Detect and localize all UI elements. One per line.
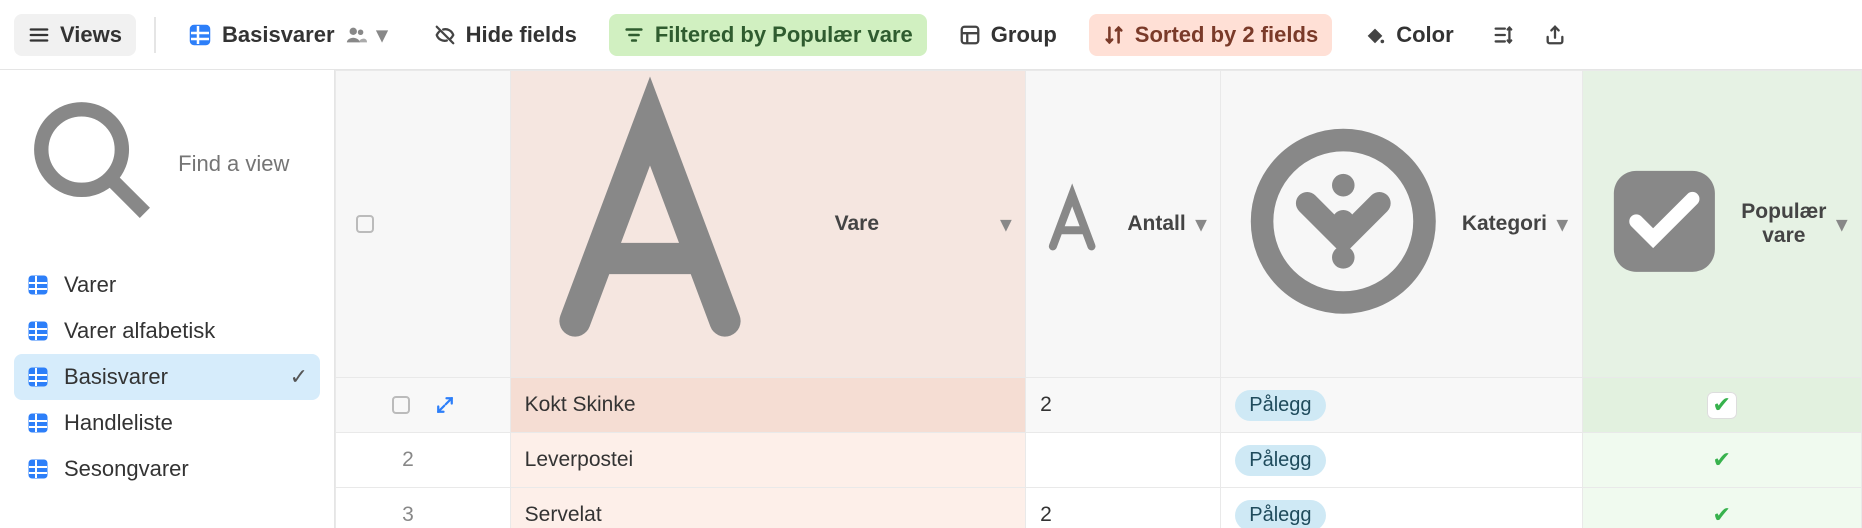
chevron-down-icon[interactable]: ▾ <box>1836 212 1847 237</box>
sidebar-item-label: Sesongvarer <box>64 456 189 482</box>
sort-button[interactable]: Sorted by 2 fields <box>1089 14 1332 56</box>
column-label: Kategori <box>1462 212 1547 236</box>
column-header-vare[interactable]: Vare ▾ <box>510 71 1025 378</box>
cell-antall[interactable]: 2 <box>1040 393 1052 416</box>
row-height-button[interactable] <box>1486 16 1520 54</box>
toolbar: Views Basisvarer ▾ Hide fields Filtered … <box>0 0 1862 70</box>
search-icon <box>24 92 162 236</box>
text-type-icon <box>1040 182 1117 265</box>
grid-icon <box>26 411 50 435</box>
check-icon: ✓ <box>290 364 308 390</box>
cell-popular[interactable]: ✔ <box>1582 488 1861 528</box>
table-row[interactable]: Kokt Skinke 2 Pålegg ✔ <box>336 378 1862 433</box>
chevron-down-icon[interactable]: ▾ <box>1557 212 1568 237</box>
filter-icon <box>623 24 645 46</box>
category-tag[interactable]: Pålegg <box>1235 390 1325 421</box>
find-a-view[interactable] <box>14 84 320 244</box>
users-icon <box>345 24 367 46</box>
cell-vare[interactable]: Servelat <box>525 503 602 526</box>
cell-vare[interactable]: Kokt Skinke <box>525 393 636 416</box>
cell-popular[interactable]: ✔ <box>1582 433 1861 488</box>
column-label: Antall <box>1127 212 1185 236</box>
column-label: Vare <box>835 212 991 236</box>
views-label: Views <box>60 22 122 48</box>
text-type-icon <box>525 71 825 377</box>
grid-icon <box>26 457 50 481</box>
table-row[interactable]: 3 Servelat 2 Pålegg ✔ <box>336 488 1862 528</box>
column-header-popular[interactable]: Populær vare ▾ <box>1582 71 1861 378</box>
sidebar-item[interactable]: Varer <box>14 262 320 308</box>
check-icon: ✔ <box>1713 502 1731 528</box>
filter-label: Filtered by Populær vare <box>655 22 913 48</box>
filter-button[interactable]: Filtered by Populær vare <box>609 14 927 56</box>
sidebar-item-label: Varer alfabetisk <box>64 318 215 344</box>
select-all-checkbox[interactable] <box>356 215 374 233</box>
share-icon <box>1544 24 1566 46</box>
hide-fields-label: Hide fields <box>466 22 577 48</box>
category-tag[interactable]: Pålegg <box>1235 445 1325 476</box>
grid-icon <box>26 319 50 343</box>
checkbox-type-icon <box>1597 154 1732 295</box>
grid-icon <box>188 23 212 47</box>
row-height-icon <box>1492 24 1514 46</box>
menu-icon <box>28 24 50 46</box>
eye-off-icon <box>434 24 456 46</box>
column-header-antall[interactable]: Antall ▾ <box>1026 71 1221 378</box>
check-icon: ✔ <box>1713 447 1731 473</box>
column-label: Populær vare <box>1741 200 1826 248</box>
sidebar-item[interactable]: Sesongvarer <box>14 446 320 492</box>
view-switcher[interactable]: Basisvarer ▾ <box>174 14 402 56</box>
expand-icon[interactable] <box>436 396 454 414</box>
share-button[interactable] <box>1538 16 1572 54</box>
sort-label: Sorted by 2 fields <box>1135 22 1318 48</box>
sidebar-item-label: Basisvarer <box>64 364 168 390</box>
category-tag[interactable]: Pålegg <box>1235 500 1325 528</box>
chevron-down-icon: ▾ <box>377 22 388 48</box>
cell-popular[interactable]: ✔ <box>1582 378 1861 433</box>
toolbar-separator <box>154 17 156 53</box>
row-checkbox[interactable] <box>392 396 410 414</box>
sidebar-item[interactable]: Basisvarer ✓ <box>14 354 320 400</box>
group-icon <box>959 24 981 46</box>
hide-fields-button[interactable]: Hide fields <box>420 14 591 56</box>
sort-icon <box>1103 24 1125 46</box>
grid-icon <box>26 273 50 297</box>
cell-vare[interactable]: Leverpostei <box>525 448 634 471</box>
row-number: 3 <box>350 503 466 527</box>
single-select-icon <box>1235 113 1452 336</box>
grid-icon <box>26 365 50 389</box>
row-number: 2 <box>350 448 466 472</box>
color-button[interactable]: Color <box>1350 14 1467 56</box>
color-label: Color <box>1396 22 1453 48</box>
chevron-down-icon[interactable]: ▾ <box>1001 212 1012 237</box>
sidebar-item[interactable]: Varer alfabetisk <box>14 308 320 354</box>
search-input[interactable] <box>176 150 310 178</box>
cell-antall[interactable]: 2 <box>1040 503 1052 526</box>
sidebar-item-label: Handleliste <box>64 410 173 436</box>
sidebar-item[interactable]: Handleliste <box>14 400 320 446</box>
check-icon: ✔ <box>1713 392 1731 418</box>
group-button[interactable]: Group <box>945 14 1071 56</box>
table-row[interactable]: 2 Leverpostei Pålegg ✔ <box>336 433 1862 488</box>
column-header-kategori[interactable]: Kategori ▾ <box>1221 71 1582 378</box>
paint-bucket-icon <box>1364 24 1386 46</box>
chevron-down-icon[interactable]: ▾ <box>1196 212 1207 237</box>
sidebar-item-label: Varer <box>64 272 116 298</box>
data-table: Vare ▾ Antall ▾ Ka <box>335 70 1862 528</box>
views-sidebar: Varer Varer alfabetisk Basisvarer ✓ Hand… <box>0 70 335 528</box>
group-label: Group <box>991 22 1057 48</box>
views-button[interactable]: Views <box>14 14 136 56</box>
view-name: Basisvarer <box>222 22 335 48</box>
